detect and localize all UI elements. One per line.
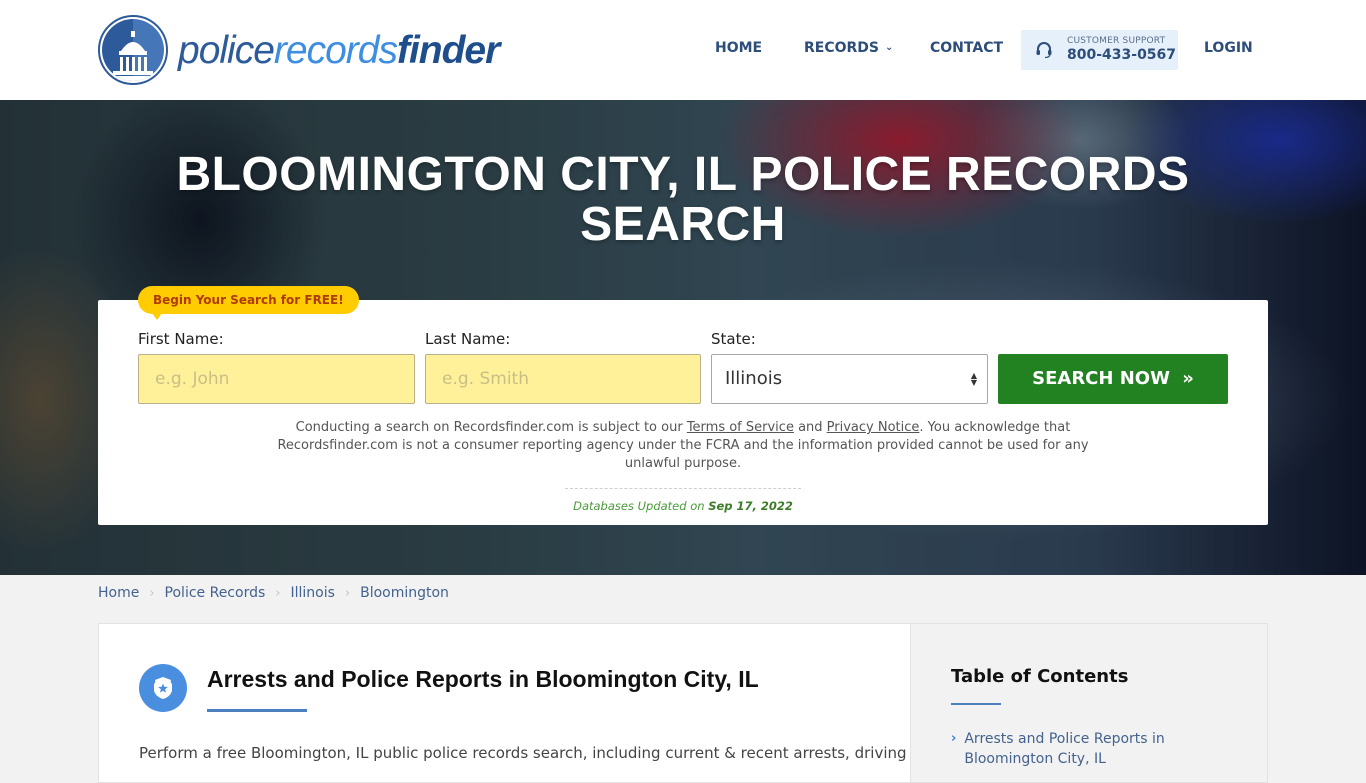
article-title: Arrests and Police Reports in Bloomingto… [207,666,759,692]
toc-item[interactable]: › Arrests and Police Reports in Blooming… [951,729,1211,769]
title-underline [207,709,307,712]
police-badge-icon [139,664,187,712]
select-arrows-icon: ▲ ▼ [970,371,977,387]
search-now-button[interactable]: SEARCH NOW » [998,354,1228,404]
last-name-input[interactable] [425,354,701,404]
headset-icon [1036,42,1052,59]
support-phone[interactable]: 800-433-0567 [1067,47,1176,63]
divider [565,488,801,489]
article-intro: Perform a free Bloomington, IL public po… [139,744,907,762]
nav-home[interactable]: HOME [715,40,762,56]
state-select[interactable]: Illinois ▲ ▼ [711,354,988,404]
toc-item-label: Arrests and Police Reports in Bloomingto… [964,731,1165,767]
nav-records-label: RECORDS [804,40,880,56]
breadcrumb-police-records[interactable]: Police Records [165,585,266,601]
logo-part-finder: finder [396,28,500,72]
nav-home-label: HOME [715,40,763,56]
table-of-contents: Table of Contents › Arrests and Police R… [910,623,1268,783]
first-name-label: First Name: [138,330,224,348]
page-title: BLOOMINGTON CITY, IL POLICE RECORDS SEAR… [176,148,1190,251]
privacy-notice-link[interactable]: Privacy Notice [827,420,920,435]
first-name-input[interactable] [138,354,415,404]
chevron-right-icon: › [344,585,351,601]
breadcrumb-illinois[interactable]: Illinois [290,585,334,601]
toc-title: Table of Contents [951,666,1129,687]
login-link[interactable]: LOGIN [1204,40,1253,56]
nav-contact[interactable]: CONTACT [930,40,1003,56]
double-chevron-right-icon: » [1182,368,1194,389]
terms-of-service-link[interactable]: Terms of Service [687,420,794,435]
disclaimer-text: Conducting a search on Recordsfinder.com… [295,420,687,435]
search-form: Begin Your Search for FREE! First Name: … [98,286,1268,525]
free-search-badge: Begin Your Search for FREE! [138,286,359,320]
capitol-seal-icon [98,15,168,85]
hero-section: BLOOMINGTON CITY, IL POLICE RECORDS SEAR… [0,100,1366,575]
customer-support-box[interactable]: CUSTOMER SUPPORT 800-433-0567 [1021,30,1178,70]
logo-wordmark: policerecordsfinder [178,28,500,72]
support-label: CUSTOMER SUPPORT [1067,36,1166,46]
article-card: Arrests and Police Reports in Bloomingto… [98,623,910,783]
chevron-down-icon: ⌄ [885,42,894,53]
logo-part-records: records [273,28,398,72]
last-name-label: Last Name: [425,330,511,348]
disclaimer-text: and [793,420,827,435]
site-logo[interactable]: policerecordsfinder [98,15,500,85]
search-disclaimer: Conducting a search on Recordsfinder.com… [258,419,1108,473]
breadcrumb: Home › Police Records › Illinois › Bloom… [98,585,449,601]
login-label: LOGIN [1204,40,1253,56]
nav-contact-label: CONTACT [930,40,1004,56]
search-now-label: SEARCH NOW [1032,368,1170,389]
nav-records[interactable]: RECORDS ⌄ [804,40,893,56]
chevron-right-icon: › [951,731,957,746]
breadcrumb-bloomington[interactable]: Bloomington [360,585,449,601]
toc-underline [951,703,1001,705]
database-updated-note: Databases Updated on Sep 17, 2022 [98,499,1268,513]
db-updated-date: Sep 17, 2022 [708,499,793,513]
logo-part-police: police [178,28,275,72]
state-label: State: [711,330,756,348]
chevron-right-icon: › [275,585,281,601]
site-header: policerecordsfinder HOME RECORDS ⌄ CONTAC… [0,0,1366,100]
chevron-right-icon: › [149,585,155,601]
state-select-value: Illinois [725,368,783,389]
db-updated-label: Databases Updated on [573,499,709,513]
breadcrumb-home[interactable]: Home [98,585,139,601]
